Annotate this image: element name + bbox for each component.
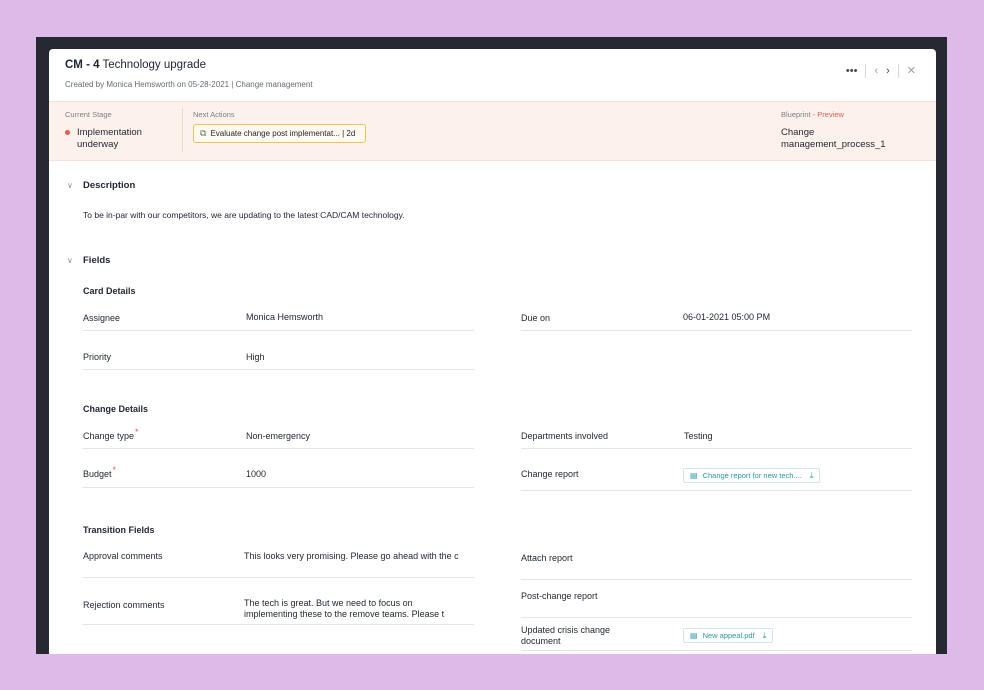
departments-value: Testing — [684, 431, 713, 441]
blueprint-label: Blueprint — [781, 110, 811, 119]
due-on-field[interactable]: Due on 06-01-2021 05:00 PM — [521, 292, 912, 331]
rejection-comments-line-1: The tech is great. But we need to focus … — [244, 598, 413, 608]
current-stage-value: Implementation underway — [77, 127, 142, 150]
required-asterisk-icon: * — [135, 427, 139, 437]
chevron-down-icon: ∨ — [67, 181, 73, 190]
priority-value: High — [246, 352, 265, 362]
due-on-value: 06-01-2021 05:00 PM — [683, 312, 771, 322]
change-report-file[interactable]: ▤ Change report for new tech.... ⤓ — [683, 468, 821, 483]
download-icon[interactable]: ⤓ — [810, 471, 814, 481]
file-icon: ▤ — [690, 471, 698, 480]
blueprint-preview-link[interactable]: - Preview — [813, 110, 844, 119]
rejection-comments-label: Rejection comments — [83, 600, 165, 610]
description-section-toggle[interactable]: ∨ Description — [67, 180, 135, 191]
next-actions: Next Actions ⧉ Evaluate change post impl… — [193, 110, 367, 143]
departments-label: Departments involved — [521, 431, 609, 441]
description-text: To be in-par with our competitors, we ar… — [83, 210, 405, 220]
transition-fields-title: Transition Fields — [83, 525, 155, 535]
required-asterisk-icon: * — [112, 465, 117, 475]
post-change-report-field[interactable]: Post-change report — [521, 579, 912, 618]
change-report-label: Change report — [521, 469, 579, 479]
chevron-down-icon: ∨ — [67, 256, 73, 265]
budget-label-row: Budget* — [83, 465, 116, 479]
header-divider — [897, 64, 899, 78]
blueprint-label-row: Blueprint - Preview — [781, 110, 911, 119]
priority-label: Priority — [83, 352, 112, 362]
current-stage: Current Stage Implementation underway — [65, 110, 183, 151]
due-on-label: Due on — [521, 313, 551, 323]
blueprint: Blueprint - Preview Change management_pr… — [781, 110, 911, 151]
card-title: CM - 4 Technology upgrade — [65, 59, 206, 71]
assignee-field[interactable]: Assignee Monica Hemsworth — [83, 292, 474, 331]
change-type-label-row: Change type* — [83, 427, 139, 441]
crisis-document-label: Updated crisis change document — [521, 625, 611, 646]
download-icon[interactable]: ⤓ — [763, 631, 767, 641]
priority-field[interactable]: Priority High — [83, 331, 474, 370]
card-detail-panel: CM - 4 Technology upgrade Created by Mon… — [49, 49, 936, 654]
more-horizontal-icon[interactable]: ••• — [846, 64, 858, 78]
file-icon: ▤ — [690, 631, 698, 640]
approval-comments-value: This looks very promising. Please go ahe… — [244, 551, 459, 561]
crisis-document-file-name: New appeal.pdf — [702, 631, 755, 640]
header-divider — [865, 64, 867, 78]
assignee-value: Monica Hemsworth — [246, 312, 324, 322]
change-type-field[interactable]: Change type* Non-emergency — [83, 410, 474, 449]
current-stage-label: Current Stage — [65, 110, 112, 119]
chevron-right-icon[interactable]: › — [886, 64, 890, 78]
fields-heading: Fields — [83, 255, 111, 266]
change-report-field[interactable]: Change report ▤ Change report for new te… — [521, 452, 912, 491]
current-stage-value-row: Implementation underway — [65, 127, 183, 151]
card-header: CM - 4 Technology upgrade Created by Mon… — [49, 49, 936, 101]
post-change-report-label: Post-change report — [521, 591, 598, 601]
stage-bar: Current Stage Implementation underway Ne… — [49, 101, 936, 161]
budget-label: Budget — [83, 469, 112, 479]
rejection-comments-field[interactable]: Rejection comments The tech is great. Bu… — [83, 586, 474, 625]
fields-section-toggle[interactable]: ∨ Fields — [67, 255, 110, 266]
next-action-label: Evaluate change post implementat... | 2d — [210, 129, 356, 138]
rejection-comments-line-2: implementing these to the remove teams. … — [244, 609, 445, 619]
description-heading: Description — [83, 180, 136, 191]
blueprint-value: Change management_process_1 — [781, 127, 886, 150]
next-action-button[interactable]: ⧉ Evaluate change post implementat... | … — [193, 124, 367, 143]
next-actions-label: Next Actions — [193, 110, 235, 119]
card-key: CM - 4 — [65, 59, 100, 71]
close-icon[interactable]: ✕ — [907, 64, 916, 78]
change-type-value: Non-emergency — [246, 431, 311, 441]
assignee-label: Assignee — [83, 313, 121, 323]
budget-value: 1000 — [246, 469, 267, 479]
approval-comments-field[interactable]: Approval comments This looks very promis… — [83, 539, 474, 578]
card-name: Technology upgrade — [102, 59, 207, 71]
approval-comments-label: Approval comments — [83, 551, 163, 561]
change-report-file-name: Change report for new tech.... — [702, 471, 802, 480]
attach-report-label: Attach report — [521, 553, 573, 563]
card-subtitle: Created by Monica Hemsworth on 05-28-202… — [65, 80, 313, 89]
attach-report-field[interactable]: Attach report — [521, 541, 912, 580]
stage-divider — [182, 108, 183, 152]
chevron-left-icon[interactable]: ‹ — [874, 64, 878, 78]
transition-icon: ⧉ — [200, 128, 207, 138]
crisis-document-field[interactable]: Updated crisis change document ▤ New app… — [521, 617, 912, 651]
change-type-label: Change type — [83, 431, 135, 441]
crisis-document-file[interactable]: ▤ New appeal.pdf ⤓ — [683, 628, 774, 643]
header-actions: ••• ‹ › ✕ — [846, 64, 916, 78]
budget-field[interactable]: Budget* 1000 — [83, 449, 474, 488]
status-dot-icon — [65, 130, 70, 135]
departments-field[interactable]: Departments involved Testing — [521, 410, 912, 449]
